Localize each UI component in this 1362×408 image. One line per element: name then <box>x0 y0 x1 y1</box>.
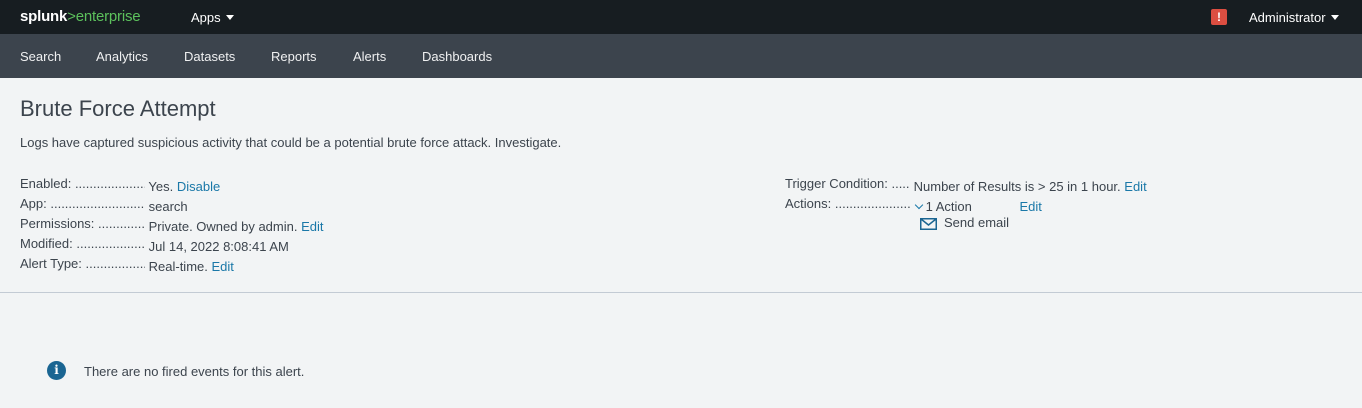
section-divider <box>0 292 1362 293</box>
field-alert-type: Alert Type: ............................… <box>20 256 234 274</box>
field-value: Jul 14, 2022 8:08:41 AM <box>148 239 289 254</box>
edit-trigger-link[interactable]: Edit <box>1124 179 1146 194</box>
top-bar: splunk>enterprise Apps ! Administrator <box>0 0 1362 34</box>
field-modified: Modified: ..............................… <box>20 236 289 254</box>
action-item-label: Send email <box>944 215 1010 230</box>
field-label: Enabled: <box>20 176 72 191</box>
caret-down-icon <box>1330 15 1339 20</box>
leader-dots: .................................... <box>50 196 145 211</box>
field-label: Actions: <box>785 196 832 211</box>
nav-item-dashboards[interactable]: Dashboards <box>422 49 492 64</box>
app-nav-bar: Search Analytics Datasets Reports Alerts… <box>0 34 1362 78</box>
edit-permissions-link[interactable]: Edit <box>301 219 323 234</box>
nav-item-analytics[interactable]: Analytics <box>96 49 148 64</box>
field-enabled: Enabled: ...............................… <box>20 176 220 194</box>
nav-item-reports[interactable]: Reports <box>271 49 317 64</box>
leader-dots: .................................... <box>85 256 145 271</box>
nav-item-alerts[interactable]: Alerts <box>353 49 386 64</box>
field-value: search <box>148 199 188 214</box>
page-title: Brute Force Attempt <box>20 96 216 121</box>
field-label: Modified: <box>20 236 73 251</box>
field-trigger-condition: Trigger Condition: .................... … <box>785 176 1147 194</box>
field-value: Real-time. <box>148 259 208 274</box>
logo-brand: splunk <box>20 8 68 25</box>
disable-link[interactable]: Disable <box>177 179 220 194</box>
field-label: App: <box>20 196 47 211</box>
user-menu-label: Administrator <box>1249 10 1326 25</box>
field-label: Trigger Condition: <box>785 176 888 191</box>
nav-item-search[interactable]: Search <box>20 49 61 64</box>
field-value: Number of Results is > 25 in 1 hour. <box>913 179 1121 194</box>
caret-down-icon <box>225 15 234 20</box>
action-item-send-email: Send email <box>920 215 1009 230</box>
field-value: Yes. <box>148 179 174 194</box>
leader-dots: .................................... <box>74 176 145 191</box>
nav-item-datasets[interactable]: Datasets <box>184 49 235 64</box>
edit-alert-type-link[interactable]: Edit <box>212 259 234 274</box>
leader-dots: .................................... <box>76 236 145 251</box>
user-menu[interactable]: Administrator <box>1249 10 1339 25</box>
apps-menu[interactable]: Apps <box>191 10 234 25</box>
leader-dots: .................................... <box>834 196 910 211</box>
field-value: Private. Owned by admin. <box>148 219 298 234</box>
leader-dots: .................................... <box>98 216 145 231</box>
splunk-logo[interactable]: splunk>enterprise <box>20 8 141 25</box>
empty-state-message: There are no fired events for this alert… <box>84 364 305 379</box>
alert-description: Logs have captured suspicious activity t… <box>20 135 562 150</box>
field-app: App: ...................................… <box>20 196 188 214</box>
mail-icon <box>920 217 937 230</box>
alert-badge[interactable]: ! <box>1211 9 1227 25</box>
info-icon: i <box>47 361 66 380</box>
logo-separator: > <box>67 8 76 25</box>
field-label: Permissions: <box>20 216 95 231</box>
leader-dots: .................... <box>891 176 910 191</box>
field-permissions: Permissions: ...........................… <box>20 216 324 234</box>
logo-product: enterprise <box>75 8 141 25</box>
actions-toggle[interactable]: 1 Action <box>914 199 972 214</box>
actions-count: 1 Action <box>925 199 972 214</box>
edit-actions-link[interactable]: Edit <box>1020 199 1042 214</box>
field-actions: Actions: ...............................… <box>785 196 1042 214</box>
apps-menu-label: Apps <box>191 10 221 25</box>
chevron-down-icon <box>914 200 923 210</box>
field-label: Alert Type: <box>20 256 82 271</box>
